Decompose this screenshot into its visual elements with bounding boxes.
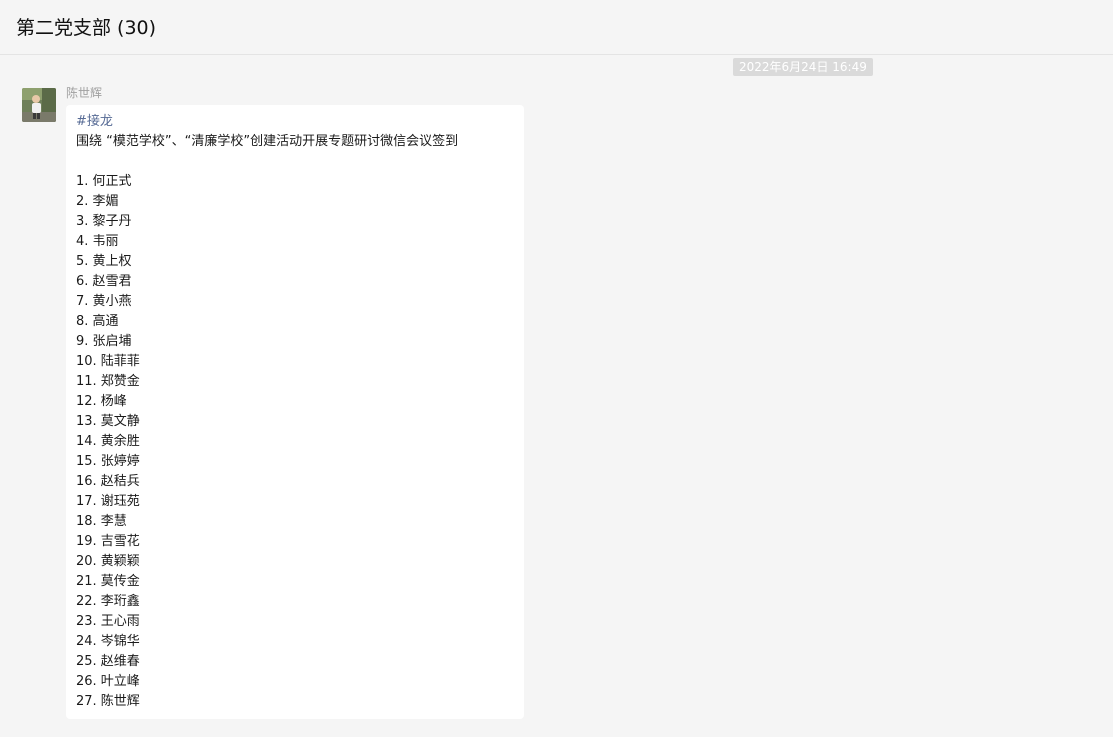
list-item: 16. 赵秸兵 (76, 474, 140, 489)
list-item: 2. 李媚 (76, 194, 119, 209)
list-item: 3. 黎子丹 (76, 214, 132, 229)
sender-avatar-icon[interactable] (22, 88, 56, 122)
chat-title[interactable]: 第二党支部 (30) (16, 13, 156, 40)
list-item: 19. 吉雪花 (76, 534, 140, 549)
list-item: 25. 赵维春 (76, 654, 140, 669)
list-item: 7. 黄小燕 (76, 294, 132, 309)
list-item: 5. 黄上权 (76, 254, 132, 269)
list-item: 4. 韦丽 (76, 234, 119, 249)
hashtag-link[interactable]: #接龙 (76, 112, 514, 132)
list-item: 22. 李珩鑫 (76, 594, 140, 609)
list-item: 1. 何正式 (76, 174, 132, 189)
list-item: 8. 高通 (76, 314, 119, 329)
list-item: 20. 黄颖颖 (76, 554, 140, 569)
list-item: 23. 王心雨 (76, 614, 140, 629)
message-timestamp: 2022年6月24日 16:49 (733, 58, 873, 76)
list-item: 27. 陈世辉 (76, 694, 140, 709)
list-item: 6. 赵雪君 (76, 274, 132, 289)
list-item: 26. 叶立峰 (76, 674, 140, 689)
list-item: 9. 张启埔 (76, 334, 132, 349)
list-item: 17. 谢珏苑 (76, 494, 140, 509)
sender-name[interactable]: 陈世辉 (66, 84, 102, 101)
message-subject: 围绕 “模范学校”、“清廉学校”创建活动开展专题研讨微信会议签到 (76, 134, 459, 149)
list-item: 24. 岑锦华 (76, 634, 140, 649)
list-item: 11. 郑赞金 (76, 374, 140, 389)
message-bubble[interactable]: #接龙 围绕 “模范学校”、“清廉学校”创建活动开展专题研讨微信会议签到 1. … (66, 105, 524, 719)
user-photo-avatar (22, 88, 56, 122)
list-item: 18. 李慧 (76, 514, 127, 529)
list-item: 12. 杨峰 (76, 394, 127, 409)
list-item: 15. 张婷婷 (76, 454, 140, 469)
list-item: 13. 莫文静 (76, 414, 140, 429)
list-item: 21. 莫传金 (76, 574, 140, 589)
chat-header: 第二党支部 (30) (0, 0, 1113, 55)
list-item: 10. 陆菲菲 (76, 354, 140, 369)
signup-list: 1. 何正式 2. 李媚 3. 黎子丹 4. 韦丽 5. 黄上权 6. 赵雪君 7. 黄小燕… (76, 172, 514, 712)
list-item: 14. 黄余胜 (76, 434, 140, 449)
